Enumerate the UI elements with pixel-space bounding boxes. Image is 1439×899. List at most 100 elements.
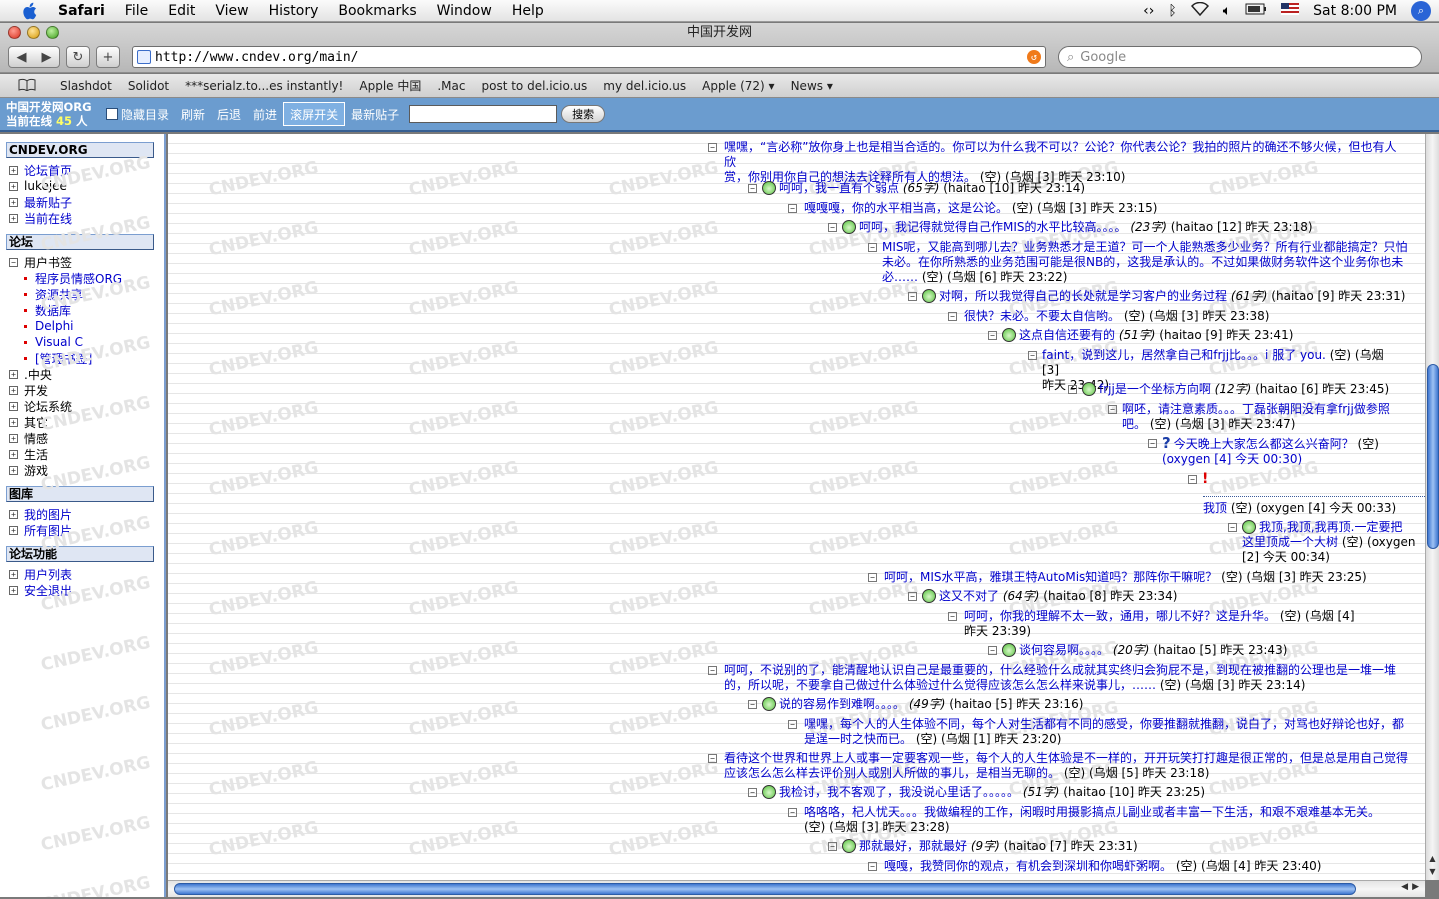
back-link[interactable]: 后退 xyxy=(211,102,247,126)
post-title[interactable]: 很快？未必。不要太自信哟。 xyxy=(964,309,1120,323)
collapse-icon[interactable]: − xyxy=(748,184,757,193)
bookmark-my-delicious[interactable]: my del.icio.us xyxy=(595,79,694,93)
bookmark-folder-news[interactable]: News ▾ xyxy=(783,79,841,93)
post-title[interactable]: 未必。在你所熟悉的业务范围可能是很NB的，这我是承认的。不过如果做财务软件这个业… xyxy=(882,255,1403,269)
scroll-toggle-link[interactable]: 滚屏开关 xyxy=(283,102,346,126)
post-title[interactable]: 应该怎么怎么样去评价别人或别人所做的事儿，是相当无聊的。 xyxy=(724,766,1060,780)
post-title[interactable]: 嘎嘎，我赞同你的观点，有机会到深圳和你喝虾粥啊。 xyxy=(884,859,1172,873)
collapse-icon[interactable]: − xyxy=(828,223,837,232)
site-search-button[interactable]: 搜索 xyxy=(561,105,606,123)
vertical-scroll-thumb[interactable] xyxy=(1427,364,1439,549)
post-title[interactable]: 呵呵，MIS水平高，雅琪王特AutoMis知道吗？那阵你干嘛呢？ xyxy=(884,570,1217,584)
post-title[interactable]: 说的容易作到难啊。。。。 xyxy=(779,697,905,711)
bookmark-serialz[interactable]: ***serialz.to...es instantly! xyxy=(177,79,351,93)
post-title[interactable]: 嘎嘎嘎，你的水平相当高，这是公论。 xyxy=(804,201,1008,215)
add-bookmark-button[interactable]: + xyxy=(96,46,120,68)
post-title[interactable]: 我顶,我顶,我再顶.一定要把 xyxy=(1259,520,1402,534)
collapse-icon[interactable]: − xyxy=(1188,475,1197,484)
scroll-down-arrow-icon[interactable]: ▼ xyxy=(1426,865,1439,878)
post-title[interactable]: 看待这个世界和世界上人或事一定要客观一些，每个人的人生体验是不一样的，开开玩笑打… xyxy=(724,751,1408,765)
collapse-icon[interactable]: − xyxy=(788,808,797,817)
menu-help[interactable]: Help xyxy=(502,3,554,19)
post-title[interactable]: 啊呸，请注意素质。。。丁磊张朝阳没有拿frjj做参照 xyxy=(1122,402,1390,416)
post-title[interactable]: 这点自信还要有的 xyxy=(1019,328,1115,342)
post-title[interactable]: 我检讨，我不客观了，我没说心里话了。。。。。 xyxy=(779,785,1019,799)
volume-icon[interactable]: 🔈︎ xyxy=(1223,3,1231,19)
post-title[interactable]: 嘿嘿，每个人的人生体验不同，每个人对生活都有不同的感受，你要推翻就推翻，说白了，… xyxy=(804,717,1404,731)
refresh-link[interactable]: 刷新 xyxy=(175,102,211,126)
post-title[interactable]: MIS呢，又能高到哪儿去？业务熟悉才是王道？可一个人能熟悉多少业务？所有行业都能… xyxy=(882,240,1408,254)
vertical-scrollbar[interactable]: ▲ ▼ xyxy=(1425,134,1439,880)
collapse-icon[interactable]: − xyxy=(748,788,757,797)
collapse-icon[interactable]: − xyxy=(1148,439,1157,448)
wifi-icon[interactable] xyxy=(1190,1,1209,20)
menu-app-name[interactable]: Safari xyxy=(54,3,115,19)
horizontal-scrollbar[interactable]: ◀▶ xyxy=(168,880,1425,897)
site-search-input[interactable] xyxy=(409,105,558,123)
post-title[interactable]: 呵呵，我记得就觉得自己作MIS的水平比较高。。。。 xyxy=(859,220,1127,234)
post-title[interactable]: 的，所以呢，不要拿自己做过什么体验过什么觉得应该怎么怎么样来说事儿，…… xyxy=(724,678,1156,692)
collapse-icon[interactable]: − xyxy=(788,720,797,729)
collapse-icon[interactable]: − xyxy=(908,592,917,601)
collapse-icon[interactable]: − xyxy=(988,331,997,340)
snapback-icon[interactable]: ↺ xyxy=(1027,50,1041,64)
post-title[interactable]: 这又不对了 xyxy=(939,589,999,603)
apple-menu-icon[interactable] xyxy=(18,2,40,20)
script-menu-icon[interactable]: ‹› xyxy=(1143,3,1154,19)
reload-button[interactable]: ↻ xyxy=(66,46,90,68)
sidebar-child-item[interactable]: Delphi xyxy=(0,318,164,334)
menu-bookmarks[interactable]: Bookmarks xyxy=(328,3,426,19)
back-arrow-icon[interactable]: ◀ xyxy=(17,50,27,65)
menu-edit[interactable]: Edit xyxy=(158,3,205,19)
latest-posts-link[interactable]: 最新贴子 xyxy=(345,102,405,126)
menu-view[interactable]: View xyxy=(205,3,258,19)
collapse-icon[interactable]: − xyxy=(1108,405,1117,414)
spotlight-icon[interactable]: ⌕ xyxy=(1411,0,1431,21)
collapse-icon[interactable]: − xyxy=(1028,351,1037,360)
bookmark-apple-china[interactable]: Apple 中国 xyxy=(351,77,429,94)
post-title[interactable]: faint，说到这儿，居然拿自己和frjj比。。。i 服了 you. xyxy=(1042,348,1326,362)
post-title[interactable]: frjj是一个坐标方向啊 xyxy=(1099,382,1211,396)
us-flag-icon[interactable] xyxy=(1281,2,1300,19)
collapse-icon[interactable]: − xyxy=(708,754,717,763)
toggle-directory-link[interactable]: 隐藏目录 xyxy=(100,102,175,126)
menu-file[interactable]: File xyxy=(115,3,158,19)
menu-clock[interactable]: Sat 8:00 PM xyxy=(1313,3,1397,19)
collapse-icon[interactable]: − xyxy=(828,842,837,851)
bluetooth-icon[interactable]: ᛒ xyxy=(1168,3,1176,19)
bookmarks-book-icon[interactable] xyxy=(18,78,36,94)
collapse-icon[interactable]: − xyxy=(868,573,877,582)
post-title[interactable]: 这里顶成一个大树 xyxy=(1242,535,1338,549)
post-title[interactable]: 嘿嘿，“言必称”放你身上也是相当合适的。你可以为什么我不可以？公论？你代表公论？… xyxy=(724,140,1396,169)
collapse-icon[interactable]: − xyxy=(708,143,717,152)
post-title[interactable]: 是逞一时之快而已。 xyxy=(804,732,912,746)
bookmark-solidot[interactable]: Solidot xyxy=(120,79,177,93)
battery-icon[interactable] xyxy=(1245,3,1267,19)
collapse-icon[interactable]: − xyxy=(1068,385,1077,394)
post-title[interactable]: 吧。 xyxy=(1122,417,1146,431)
forward-link[interactable]: 前进 xyxy=(247,102,283,126)
collapse-icon[interactable]: − xyxy=(948,612,957,621)
post-title[interactable]: 呵呵，我一直有个弱点 xyxy=(779,181,899,195)
post-title[interactable]: 必…… xyxy=(882,270,918,284)
post-title[interactable]: 咯咯咯，杞人忧天。。。我做编程的工作，闲暇时用摄影搞点儿副业或者丰富一下生活，和… xyxy=(804,805,1380,819)
menu-window[interactable]: Window xyxy=(427,3,502,19)
sidebar-item-user-bookmarks[interactable]: − 用户书签 xyxy=(0,254,164,270)
post-title[interactable]: 呵呵，不说别的了，能清醒地认识自己是最重要的，什么经验什么成就其实终归会狗屁不是… xyxy=(724,663,1396,677)
bookmark-folder-apple[interactable]: Apple (72) ▾ xyxy=(694,79,782,93)
close-window-button[interactable] xyxy=(8,26,21,39)
collapse-icon[interactable]: − xyxy=(748,700,757,709)
horizontal-scroll-thumb[interactable] xyxy=(174,883,1356,895)
bookmark-post-delicious[interactable]: post to del.icio.us xyxy=(473,79,595,93)
collapse-icon[interactable]: − xyxy=(868,862,877,871)
collapse-icon[interactable]: − xyxy=(788,204,797,213)
bookmark-mac[interactable]: .Mac xyxy=(429,79,473,93)
post-title[interactable]: 今天晚上大家怎么都这么兴奋阿？ xyxy=(1174,437,1354,451)
sidebar-item-latest-posts[interactable]: + 最新贴子 xyxy=(0,194,164,210)
post-title[interactable]: 对啊，所以我觉得自己的长处就是学习客户的业务过程 xyxy=(939,289,1227,303)
bookmark-slashdot[interactable]: Slashdot xyxy=(52,79,120,93)
collapse-icon[interactable]: − xyxy=(948,312,957,321)
collapse-icon[interactable]: − xyxy=(708,666,717,675)
sidebar-forum-group[interactable]: + 情感 xyxy=(0,430,164,446)
post-meta[interactable]: (oxygen [4] 今天 00:30) xyxy=(1162,452,1302,466)
